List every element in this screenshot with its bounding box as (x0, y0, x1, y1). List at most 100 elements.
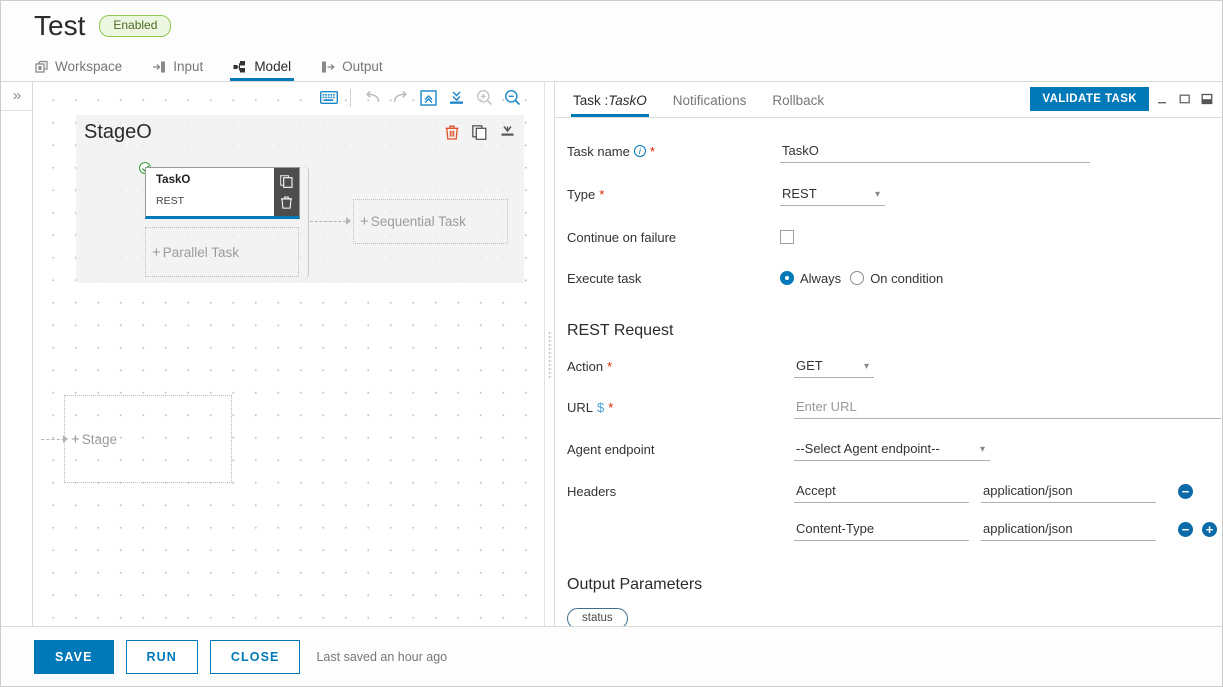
rail-divider (1, 110, 32, 111)
validate-task-button[interactable]: VALIDATE TASK (1030, 87, 1149, 111)
footer-bar: SAVE RUN CLOSE Last saved an hour ago (1, 626, 1222, 686)
main-tab-bar: Workspace Input Model Output (1, 51, 1222, 82)
header-value-input-2[interactable] (981, 518, 1156, 541)
type-select[interactable]: REST (780, 182, 885, 206)
output-icon (321, 60, 336, 74)
radio-option-always[interactable]: Always (780, 271, 841, 286)
restore-icon[interactable] (1198, 88, 1215, 110)
tab-task[interactable]: Task :TaskO (571, 93, 649, 117)
output-parameter-chip-status[interactable]: status (567, 608, 628, 627)
close-button[interactable]: CLOSE (209, 639, 301, 674)
radio-always-indicator (780, 271, 794, 285)
model-canvas[interactable]: StageO TaskO REST + Parallel Task + Sequ… (33, 82, 544, 627)
header-key-input-1[interactable] (794, 480, 969, 503)
field-url: URL $ * (555, 391, 1222, 423)
action-select-wrap: GET ▾ (794, 354, 874, 378)
continue-on-failure-label-group: Continue on failure (567, 230, 780, 245)
stage-connector-arrow (63, 435, 68, 443)
required-marker: * (607, 358, 613, 374)
zoom-out-icon[interactable] (498, 86, 526, 110)
left-rail: » (1, 82, 33, 627)
radio-on-condition-label: On condition (870, 270, 944, 286)
headers-label-group: Headers (567, 484, 780, 499)
maximize-icon[interactable] (1176, 88, 1193, 110)
output-parameters-section-title: Output Parameters (567, 576, 703, 593)
chevron-double-right-icon[interactable]: » (1, 82, 33, 110)
field-action: Action * GET ▾ (555, 350, 1222, 382)
continue-on-failure-label: Continue on failure (567, 229, 677, 245)
last-saved-text: Last saved an hour ago (316, 649, 448, 664)
tab-input[interactable]: Input (152, 59, 203, 81)
header-key-input-2[interactable] (794, 518, 969, 541)
copy-task-icon[interactable] (280, 175, 293, 188)
undo-icon[interactable] (358, 86, 386, 110)
required-marker: * (649, 143, 655, 159)
url-label-group: URL $ * (567, 400, 780, 415)
add-header-icon[interactable]: + (1202, 522, 1217, 537)
keyboard-icon[interactable] (315, 86, 343, 110)
save-button[interactable]: SAVE (34, 639, 114, 674)
tab-notifications[interactable]: Notifications (673, 93, 747, 117)
radio-option-on-condition[interactable]: On condition (850, 271, 943, 286)
task-name-input[interactable] (780, 139, 1090, 163)
minimize-icon[interactable] (1154, 88, 1171, 110)
tab-task-value: TaskO (608, 93, 647, 108)
field-type: Type * REST ▾ (555, 178, 1222, 210)
field-agent-endpoint: Agent endpoint --Select Agent endpoint--… (555, 433, 1222, 465)
task-card-actions (274, 168, 299, 216)
tab-rollback[interactable]: Rollback (772, 93, 824, 117)
type-select-wrap: REST ▾ (780, 182, 885, 206)
title-bar: Test Enabled (1, 1, 1222, 51)
stage-title: StageO (84, 121, 152, 143)
add-parallel-task-button[interactable]: + Parallel Task (145, 227, 299, 277)
field-continue-on-failure: Continue on failure (555, 221, 1222, 253)
stage-container[interactable]: StageO TaskO REST + Parallel Task + Sequ… (76, 115, 524, 283)
header-value-input-1[interactable] (981, 480, 1156, 503)
zoom-in-icon[interactable] (470, 86, 498, 110)
action-select[interactable]: GET (794, 354, 874, 378)
add-stage-button[interactable]: + Stage (64, 395, 232, 483)
tab-task-label: Task : (573, 93, 609, 108)
action-label-group: Action * (567, 359, 780, 374)
tab-workspace-label: Workspace (55, 59, 123, 74)
info-icon[interactable]: i (633, 145, 646, 157)
task-card-body: TaskO REST (146, 168, 274, 216)
application-window: Test Enabled Workspace Input Model Outpu… (0, 0, 1223, 687)
task-name-label: Task name (567, 143, 630, 159)
type-label: Type (567, 186, 596, 202)
expand-all-icon[interactable] (442, 86, 470, 110)
copy-stage-icon[interactable] (472, 125, 487, 140)
task-card[interactable]: TaskO REST (145, 167, 300, 219)
rest-request-section-title: REST Request (567, 322, 674, 339)
remove-header-icon-1[interactable]: − (1178, 484, 1193, 499)
continue-on-failure-checkbox[interactable] (780, 230, 794, 244)
collapse-all-icon[interactable] (414, 86, 442, 110)
add-sequential-task-button[interactable]: + Sequential Task (353, 199, 508, 244)
task-connector-arrow (346, 217, 351, 225)
toolbar-divider (350, 88, 351, 107)
task-details-panel: Task :TaskO Notifications Rollback VALID… (554, 82, 1222, 627)
delete-stage-icon[interactable] (445, 125, 459, 140)
agent-endpoint-select[interactable]: --Select Agent endpoint-- (794, 437, 990, 461)
redo-icon[interactable] (386, 86, 414, 110)
splitter-grip (547, 330, 552, 379)
field-execute-task: Execute task Always On condition (555, 262, 1222, 294)
run-button[interactable]: RUN (125, 639, 198, 674)
page-title: Test (34, 10, 86, 41)
stage-actions (445, 125, 515, 140)
execute-task-radio-group: Always On condition (780, 271, 943, 286)
tab-model-label: Model (254, 59, 292, 74)
tab-output[interactable]: Output (321, 59, 383, 81)
agent-endpoint-select-wrap: --Select Agent endpoint-- ▾ (794, 437, 990, 461)
url-input[interactable] (794, 395, 1221, 419)
headers-label: Headers (567, 484, 617, 499)
tab-model[interactable]: Model (230, 59, 294, 81)
delete-task-icon[interactable] (280, 196, 293, 209)
url-label: URL (567, 399, 594, 415)
tab-workspace[interactable]: Workspace (34, 59, 122, 81)
task-card-type: REST (156, 195, 185, 207)
panel-splitter[interactable] (544, 82, 554, 627)
remove-header-icon-2[interactable]: − (1178, 522, 1193, 537)
execute-task-label: Execute task (567, 270, 642, 286)
export-stage-icon[interactable] (500, 125, 515, 140)
